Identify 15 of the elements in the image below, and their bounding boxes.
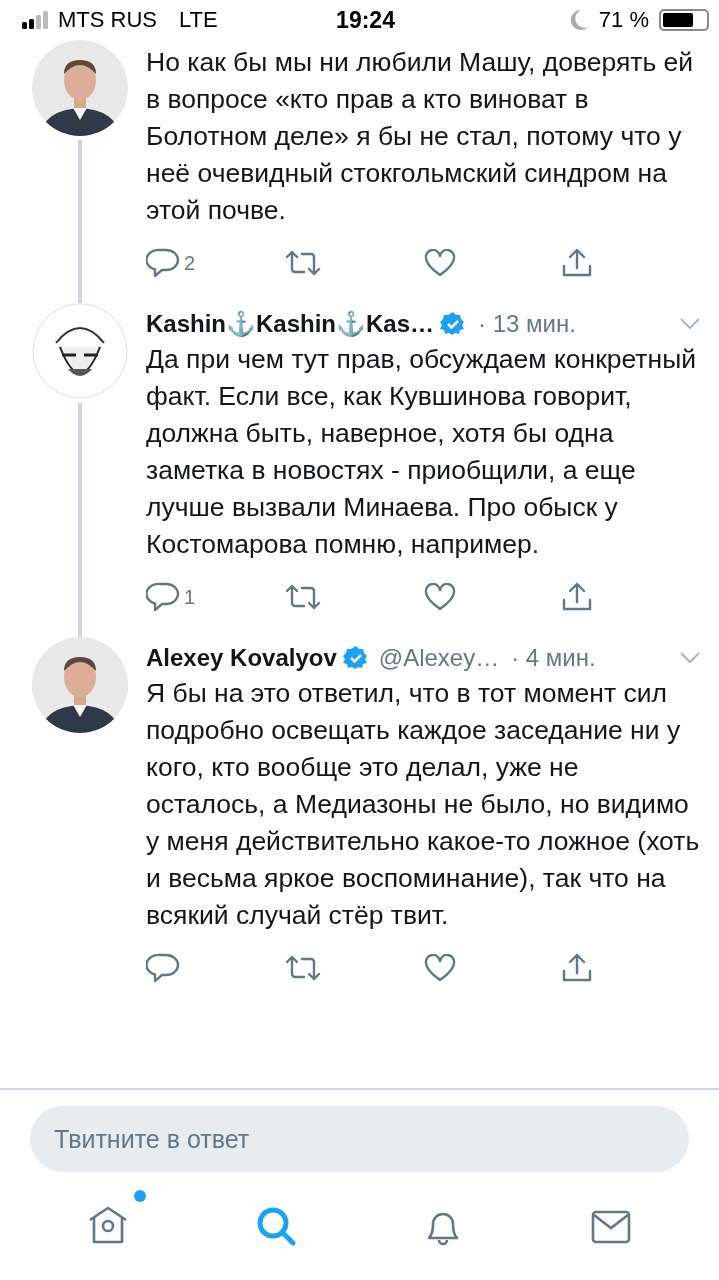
user-name[interactable]: Kashin⚓Kashin⚓Kas…	[146, 310, 435, 338]
carrier-name: MTS RUS	[58, 7, 157, 33]
tweet-text: Я бы на это ответил, что в тот момент сил подробно освещать каждое заседание ни у кого, кто вообще это делал, уже не осталось, а Медиазоны не было, но видимо у меня действительно какое-то ложное (хоть и весьма яркое воспоминание), так что на всякий случай стёр твит.	[146, 677, 701, 932]
reply-field[interactable]: Твитните в ответ	[30, 1106, 689, 1172]
network-type: LTE	[179, 7, 218, 33]
battery-percent: 71 %	[598, 7, 649, 33]
user-name[interactable]: Alexey Kovalyov	[146, 644, 337, 672]
reply-count: 2	[184, 251, 196, 275]
clock-time: 19:24	[336, 6, 395, 34]
tweet-text: Да при чем тут прав, обсуждаем конкретный факт. Если все, как Кувшинова говорит, должна быть, наверное, хотя бы одна заметка в новостях - приобщили, а еще лучше вызвали Минаева. Про обыск у Костомарова помню, например.	[146, 343, 697, 561]
tweet-time: · 13 мин.	[478, 310, 576, 338]
tweet-text: Но как бы мы ни любили Машу, доверять ей в вопросе «кто прав а кто виноват в Болотном деле» я бы не стал, потому что у неё очевидный стокгольмский синдром на этой почве.	[146, 46, 695, 227]
reply-count: 1	[184, 585, 196, 609]
tweet-time: · 4 мин.	[511, 644, 596, 672]
user-handle[interactable]: @Alexey…	[378, 644, 500, 672]
